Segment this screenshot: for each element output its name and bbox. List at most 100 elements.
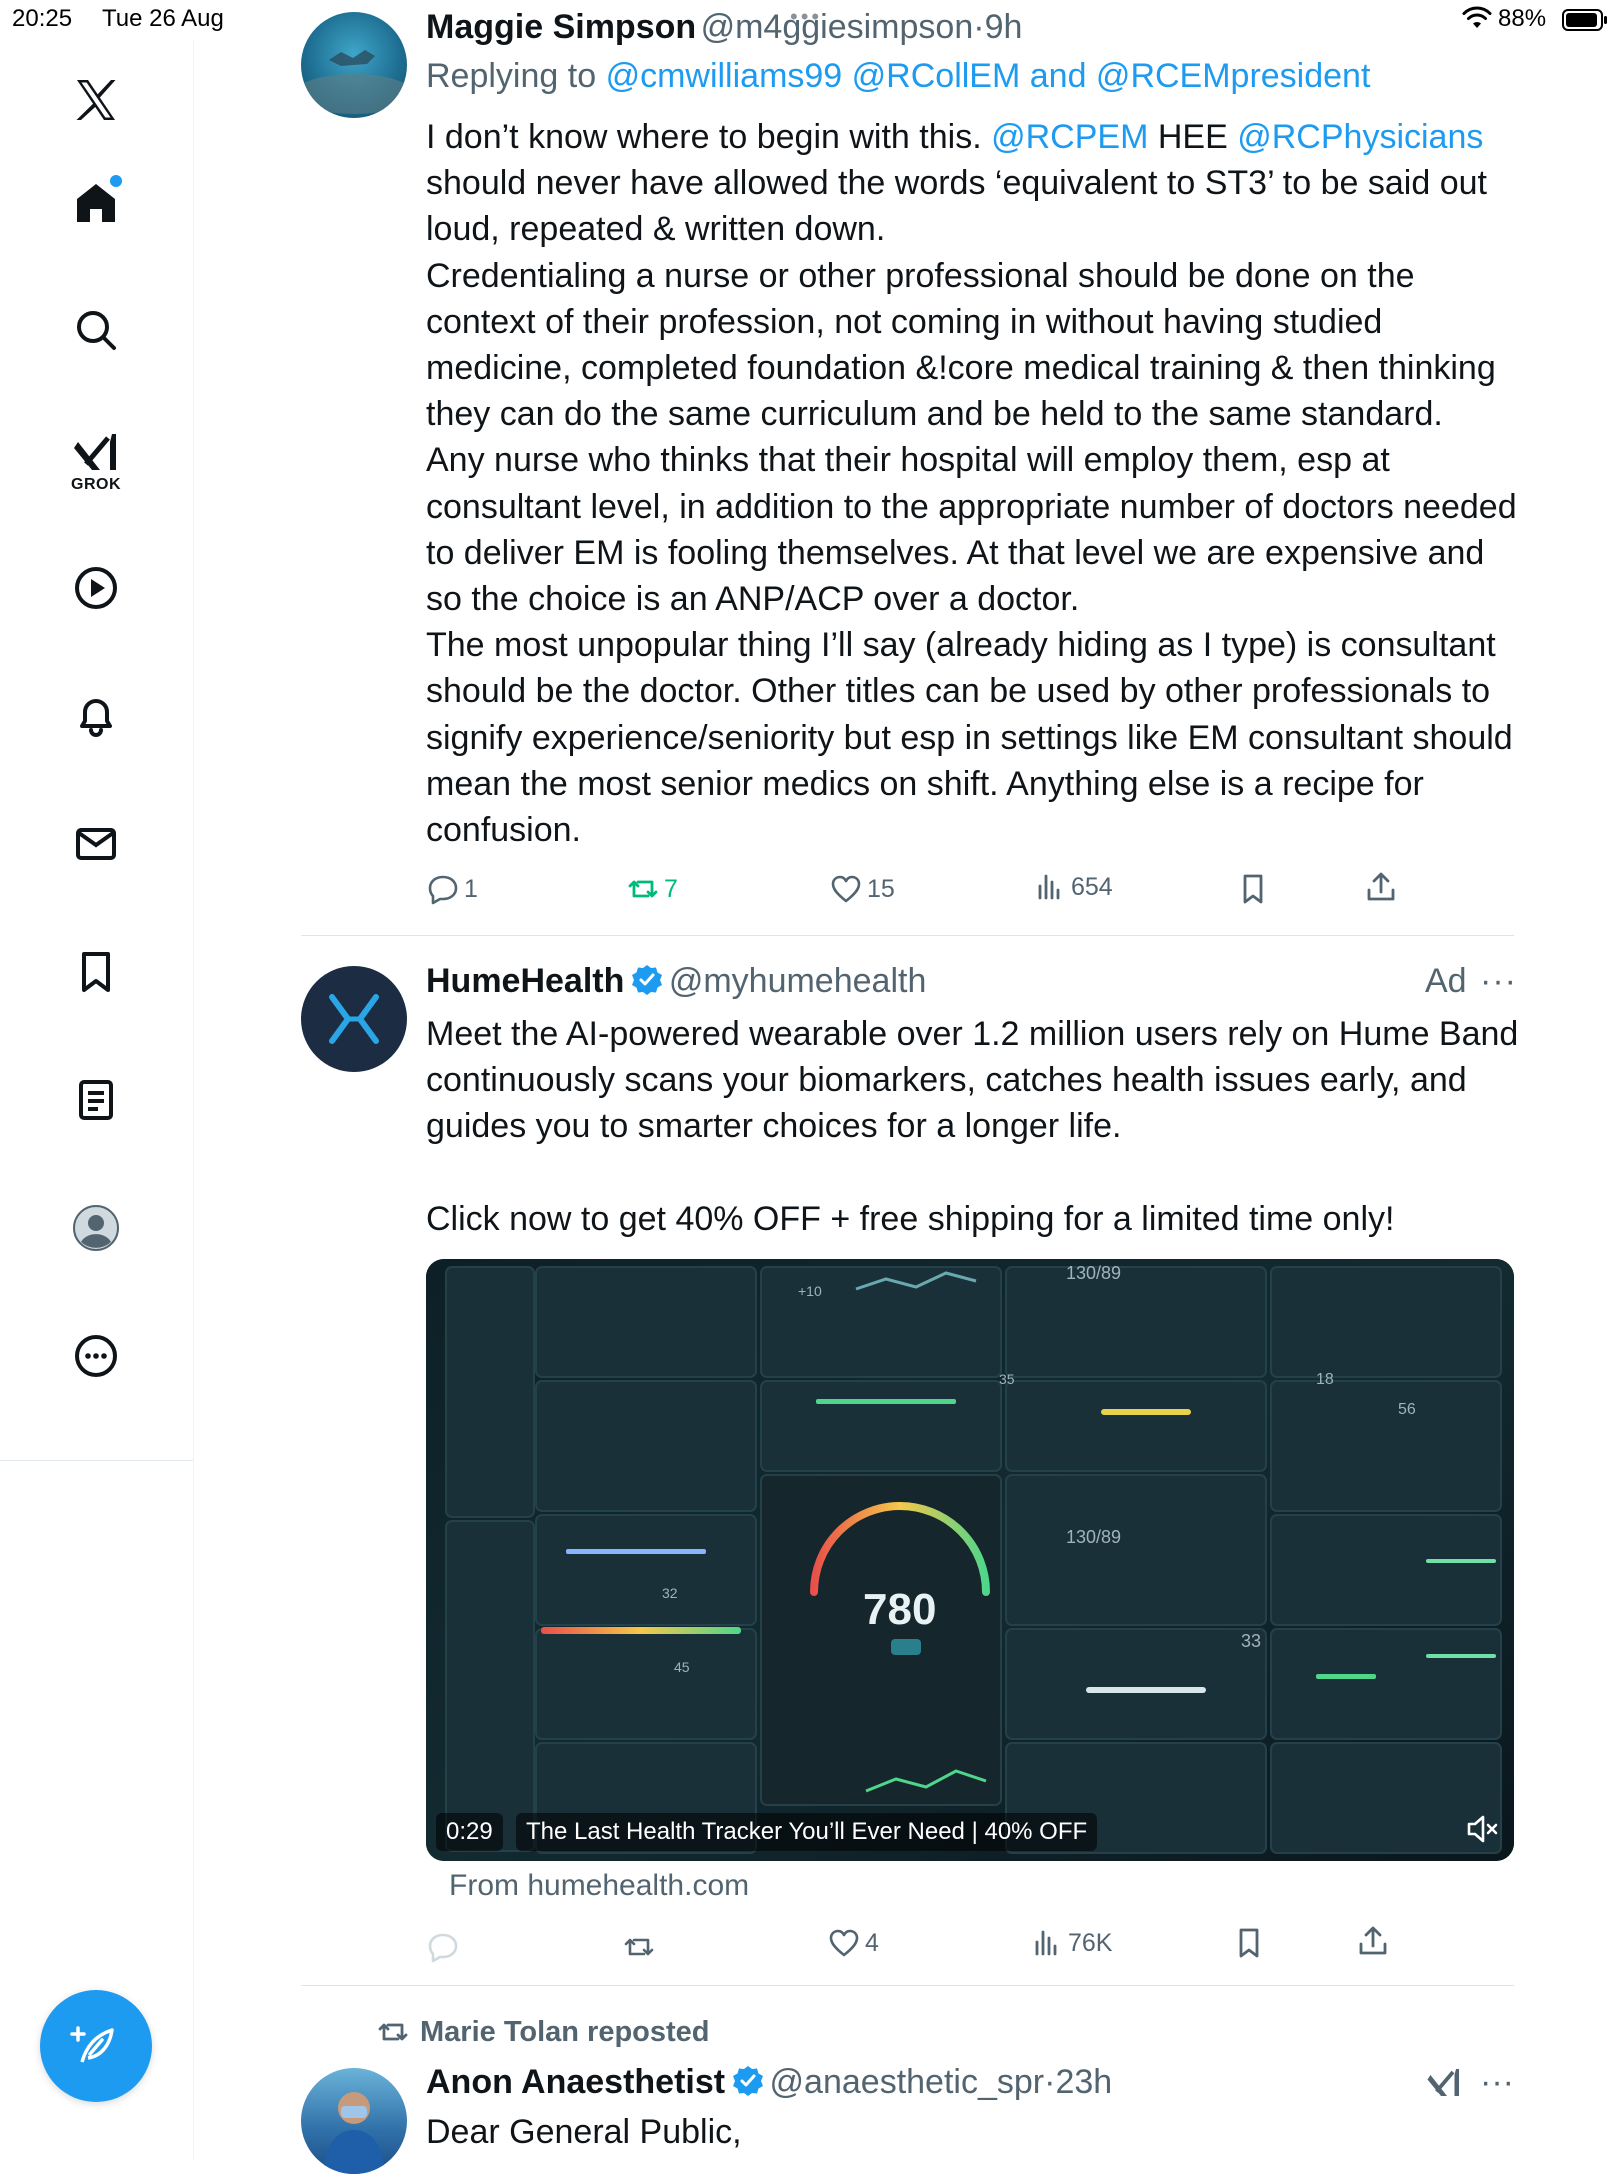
heart-icon — [831, 875, 861, 903]
sidebar-item-notifications[interactable] — [62, 682, 130, 750]
reposted-by[interactable]: Marie Tolan reposted — [376, 2015, 710, 2049]
tweet-avatar[interactable] — [301, 2068, 407, 2174]
media-label-32: 32 — [662, 1585, 678, 1601]
list-icon — [79, 1080, 113, 1120]
video-duration: 0:29 — [436, 1813, 503, 1851]
status-time: 20:25 — [12, 5, 73, 32]
media-label-plus10: +10 — [798, 1283, 822, 1299]
retweet-icon — [628, 880, 658, 898]
sidebar-item-messages[interactable] — [62, 810, 130, 878]
grok-label: GROK — [71, 476, 121, 493]
bell-icon — [80, 699, 112, 737]
sidebar-item-videos[interactable] — [62, 554, 130, 622]
author-name[interactable]: Maggie Simpson — [426, 8, 696, 46]
tweet-divider — [301, 935, 1514, 936]
mute-icon[interactable] — [1464, 1811, 1500, 1847]
sidebar-item-more[interactable] — [62, 1322, 130, 1390]
grok-icon — [74, 434, 116, 470]
tweet-header: Maggie Simpson @m4ggiesimpson·9h — [426, 8, 1022, 47]
mention-rcphysicians[interactable]: @RCPhysicians — [1237, 118, 1483, 156]
views-button[interactable]: 654 — [1033, 870, 1113, 904]
media-label-18: 18 — [1316, 1371, 1334, 1388]
tweet-time[interactable]: 23h — [1055, 2063, 1112, 2101]
bookmark-icon — [1239, 1928, 1259, 1958]
tweet-divider — [301, 1985, 1514, 1986]
reply-button[interactable] — [426, 1930, 464, 1964]
sidebar-item-lists[interactable] — [62, 1066, 130, 1134]
media-label-bp2: 130/89 — [1066, 1527, 1122, 1547]
reply-count: 1 — [464, 874, 478, 903]
grok-icon[interactable] — [1426, 2066, 1462, 2102]
author-handle[interactable]: @m4ggiesimpson — [701, 8, 974, 46]
retweet-icon — [378, 2023, 408, 2041]
play-icon — [75, 567, 117, 609]
battery-percent: 88% — [1498, 5, 1547, 32]
sidebar-item-grok[interactable]: GROK — [62, 420, 130, 493]
media-label-33: 33 — [1241, 1631, 1262, 1651]
sidebar-item-profile[interactable] — [62, 1194, 130, 1262]
tweet-header: HumeHealth @myhumehealth — [426, 962, 926, 1001]
more-options-icon[interactable]: ··· — [1480, 962, 1517, 1001]
mention-rcpem[interactable]: @RCPEM — [991, 118, 1148, 156]
media-gauge-value: 780 — [863, 1585, 937, 1634]
retweet-button[interactable] — [622, 1930, 660, 1964]
share-button[interactable] — [1364, 870, 1402, 904]
search-icon — [77, 311, 116, 350]
humehealth-logo-icon — [329, 994, 379, 1044]
like-count: 15 — [867, 874, 895, 903]
envelope-icon — [76, 828, 116, 860]
health-dashboard-video-frame — [426, 1259, 1514, 1861]
media-label-35: 35 — [999, 1371, 1015, 1387]
bookmark-icon — [82, 952, 110, 992]
views-chart-icon — [1035, 1930, 1057, 1956]
text-hee: HEE — [1157, 118, 1228, 156]
bookmark-button[interactable] — [1232, 1926, 1270, 1960]
retweet-icon — [624, 1938, 654, 1956]
ad-source-link[interactable]: From humehealth.com — [449, 1869, 749, 1903]
bookmark-button[interactable] — [1236, 872, 1274, 906]
tweet-header: Anon Anaesthetist @anaesthetic_spr·23h — [426, 2063, 1112, 2102]
replying-to-mentions[interactable]: @cmwilliams99 @RCollEM and @RCEMpresiden… — [606, 57, 1371, 95]
tweet-avatar[interactable] — [301, 12, 407, 118]
avatar-icon — [73, 1205, 119, 1251]
view-count: 654 — [1071, 872, 1113, 901]
share-icon — [1367, 872, 1395, 901]
ad-label: Ad — [1425, 962, 1467, 1000]
x-logo-icon — [76, 80, 116, 120]
tweet-time[interactable]: 9h — [985, 8, 1023, 46]
views-chart-icon — [1038, 874, 1060, 900]
media-label-45: 45 — [674, 1659, 690, 1675]
replying-to: Replying to @cmwilliams99 @RCollEM and @… — [426, 57, 1370, 96]
reply-icon — [428, 1933, 458, 1963]
author-name[interactable]: Anon Anaesthetist — [426, 2063, 725, 2101]
reposted-by-label: Marie Tolan reposted — [420, 2015, 710, 2048]
view-count: 76K — [1068, 1928, 1113, 1957]
sidebar-item-home[interactable] — [62, 169, 130, 237]
surgeon-avatar-image — [323, 2092, 385, 2174]
author-handle[interactable]: @myhumehealth — [669, 962, 927, 1000]
verified-badge-icon — [632, 965, 663, 995]
author-handle[interactable]: @anaesthetic_spr — [770, 2063, 1045, 2101]
reply-button[interactable]: 1 — [426, 872, 478, 906]
share-button[interactable] — [1356, 1924, 1394, 1958]
sidebar-item-bookmarks[interactable] — [62, 938, 130, 1006]
tweet-avatar[interactable] — [301, 966, 407, 1072]
heart-icon — [829, 1929, 859, 1957]
like-button[interactable]: 15 — [829, 872, 895, 906]
ad-video[interactable]: 780 130/89 130/89 18 56 32 45 33 35 +10 … — [426, 1259, 1514, 1861]
author-name[interactable]: HumeHealth — [426, 962, 624, 1000]
text-intro: I don’t know where to begin with this. — [426, 118, 982, 156]
compose-button[interactable] — [40, 1990, 152, 2102]
reply-icon — [428, 875, 458, 905]
sidebar-item-search[interactable] — [62, 296, 130, 364]
sidebar-divider — [0, 1460, 193, 1461]
video-title: The Last Health Tracker You’ll Ever Need… — [516, 1813, 1098, 1851]
retweet-button[interactable]: 7 — [626, 872, 678, 906]
sidebar-item-x-logo[interactable] — [62, 66, 130, 134]
like-button[interactable]: 4 — [827, 1926, 879, 1960]
views-button[interactable]: 76K — [1030, 1926, 1112, 1960]
like-count: 4 — [865, 1928, 879, 1957]
more-circle-icon — [75, 1335, 117, 1377]
more-options-icon[interactable]: ··· — [1480, 2063, 1514, 2102]
compose-icon — [70, 2026, 114, 2063]
